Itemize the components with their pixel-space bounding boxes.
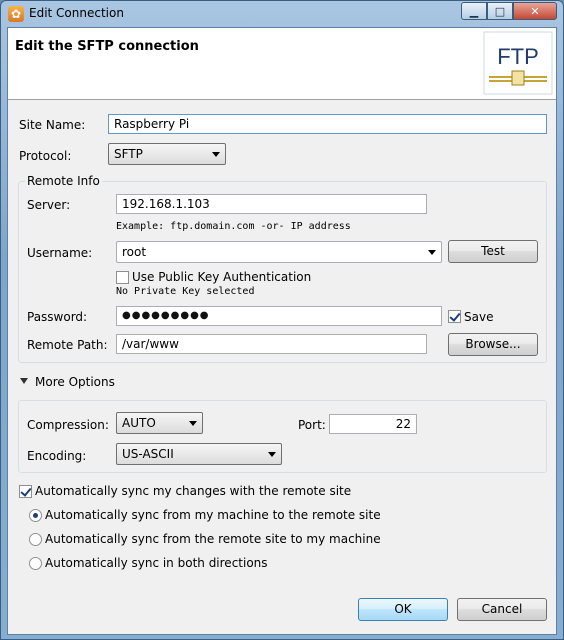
remote-path-input[interactable]: /var/www: [116, 334, 427, 354]
username-value: root: [122, 245, 147, 259]
server-label: Server:: [27, 198, 71, 212]
chevron-down-icon: [212, 152, 220, 157]
cancel-button[interactable]: Cancel: [457, 598, 547, 621]
sync-option-label: Automatically sync in both directions: [45, 556, 268, 570]
encoding-label: Encoding:: [27, 449, 87, 463]
remote-path-label: Remote Path:: [27, 338, 108, 352]
public-key-checkbox[interactable]: [116, 271, 129, 284]
more-options-toggle[interactable]: More Options: [35, 375, 115, 389]
ftp-logo-text: FTP: [497, 44, 539, 69]
sync-option-radio[interactable]: [29, 533, 42, 546]
public-key-label: Use Public Key Authentication: [132, 270, 312, 284]
test-button[interactable]: Test: [448, 240, 538, 263]
protocol-select[interactable]: SFTP: [108, 143, 226, 165]
browse-button[interactable]: Browse...: [448, 333, 538, 356]
more-options-group: [18, 400, 547, 473]
sync-option-label: Automatically sync from my machine to th…: [45, 508, 381, 522]
ok-button[interactable]: OK: [358, 598, 448, 621]
site-name-input[interactable]: Raspberry Pi: [108, 114, 547, 134]
compression-value: AUTO: [122, 416, 156, 430]
compression-select[interactable]: AUTO: [116, 412, 203, 434]
chevron-down-icon: [189, 421, 197, 426]
username-combo[interactable]: root: [116, 241, 442, 263]
window-title: Edit Connection: [29, 6, 124, 20]
maximize-button[interactable]: □: [487, 2, 513, 20]
encoding-value: US-ASCII: [122, 447, 174, 461]
auto-sync-label: Automatically sync my changes with the r…: [35, 484, 352, 498]
title-bar[interactable]: ✿ Edit Connection ▁ □ ✕: [1, 1, 563, 27]
ftp-logo: FTP: [483, 31, 553, 95]
encoding-select[interactable]: US-ASCII: [116, 443, 282, 465]
protocol-value: SFTP: [114, 147, 143, 161]
close-icon: ✕: [530, 4, 540, 18]
gear-icon: ✿: [8, 6, 24, 22]
sync-option-label: Automatically sync from the remote site …: [45, 532, 381, 546]
username-label: Username:: [27, 246, 93, 260]
close-button[interactable]: ✕: [513, 2, 557, 20]
server-example: Example: ftp.domain.com -or- IP address: [116, 221, 351, 232]
maximize-icon: □: [494, 4, 506, 18]
expand-triangle-icon[interactable]: [20, 378, 28, 384]
private-key-status: No Private Key selected: [116, 286, 255, 297]
minimize-icon: ▁: [469, 4, 479, 18]
sync-option-radio[interactable]: [29, 557, 42, 570]
protocol-label: Protocol:: [19, 149, 72, 163]
chevron-down-icon: [428, 250, 436, 255]
save-password-checkbox[interactable]: [448, 310, 461, 323]
sync-option-radio[interactable]: [29, 509, 42, 522]
dialog-header: Edit the SFTP connection FTP: [8, 28, 556, 100]
chevron-down-icon: [268, 452, 276, 457]
remote-info-title: Remote Info: [25, 174, 102, 188]
site-name-label: Site Name:: [19, 118, 86, 132]
page-title: Edit the SFTP connection: [15, 39, 199, 54]
edit-connection-window: ✿ Edit Connection ▁ □ ✕ Edit the SFTP co…: [0, 0, 564, 640]
port-input[interactable]: 22: [329, 414, 417, 434]
server-input[interactable]: 192.168.1.103: [116, 194, 427, 214]
compression-label: Compression:: [27, 418, 109, 432]
dialog-body: Edit the SFTP connection FTP Site Name: …: [7, 27, 557, 635]
save-password-label: Save: [464, 310, 494, 324]
auto-sync-checkbox[interactable]: [19, 485, 32, 498]
port-label: Port:: [298, 418, 326, 432]
password-label: Password:: [27, 310, 88, 324]
password-input[interactable]: ●●●●●●●●●: [116, 306, 442, 326]
minimize-button[interactable]: ▁: [461, 2, 487, 20]
